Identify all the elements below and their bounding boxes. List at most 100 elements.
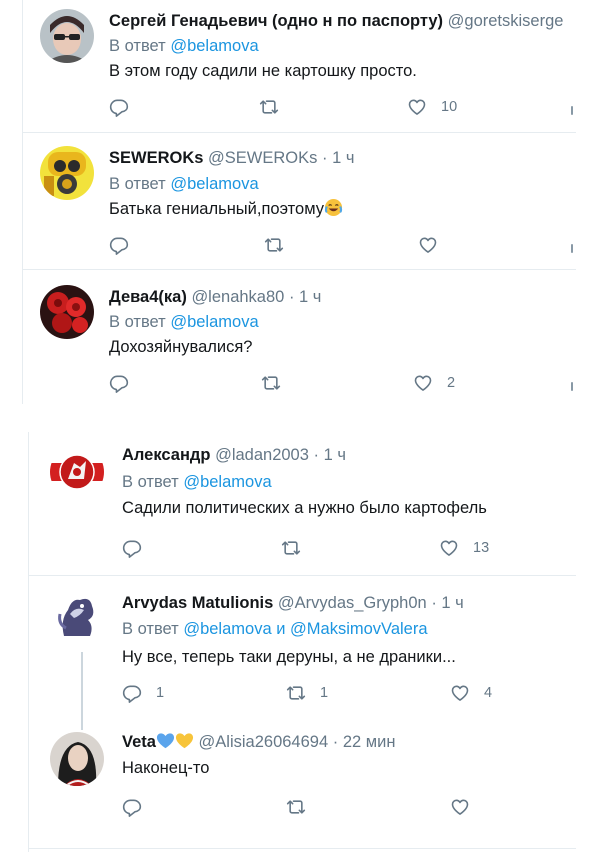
like-button[interactable]: 10 xyxy=(407,96,457,118)
retweet-button[interactable] xyxy=(264,234,284,256)
reply-prefix: В ответ xyxy=(109,175,166,193)
reply-button[interactable] xyxy=(122,796,142,818)
conjunction: и xyxy=(276,620,286,638)
timestamp[interactable]: 1 ч xyxy=(299,288,321,306)
tweet-panel-top: Сергей Генадьевич (одно н по паспорту) @… xyxy=(22,0,576,404)
user-name[interactable]: Александр xyxy=(122,446,210,464)
blue-heart-emoji-icon xyxy=(156,731,175,750)
tweet[interactable]: Veta @Alisia26064694 · 22 мин Наконец-то xyxy=(29,726,576,848)
tweet-actions: 10 xyxy=(109,96,576,118)
mention-link[interactable]: @MaksimovValera xyxy=(290,620,427,638)
retweet-icon xyxy=(264,235,284,255)
reply-icon xyxy=(109,373,129,393)
reply-prefix: В ответ xyxy=(122,620,179,638)
user-handle[interactable]: @Alisia26064694 xyxy=(199,733,329,751)
retweet-button[interactable] xyxy=(259,96,279,118)
retweet-icon xyxy=(261,373,281,393)
like-button[interactable]: 4 xyxy=(450,682,492,704)
mention-link[interactable]: @belamova xyxy=(170,37,258,55)
tweet[interactable]: Дева4(ка) @lenahka80 · 1 ч В ответ @bela… xyxy=(23,270,576,404)
retweet-icon xyxy=(259,97,279,117)
retweet-button[interactable] xyxy=(281,537,301,559)
like-button[interactable]: 13 xyxy=(439,537,489,559)
timestamp[interactable]: 1 ч xyxy=(441,594,463,612)
like-button[interactable] xyxy=(450,796,470,818)
reply-button[interactable] xyxy=(109,234,129,256)
user-handle[interactable]: @goretskiserge xyxy=(448,12,564,30)
avatar[interactable] xyxy=(40,146,94,200)
user-handle[interactable]: @Arvydas_Gryph0n xyxy=(278,594,427,612)
like-icon xyxy=(418,235,438,255)
like-icon xyxy=(450,797,470,817)
avatar[interactable] xyxy=(40,9,94,63)
like-count: 4 xyxy=(484,685,493,701)
mention-link[interactable]: @belamova xyxy=(183,620,271,638)
timestamp[interactable]: 1 ч xyxy=(324,446,346,464)
retweet-button[interactable] xyxy=(286,796,306,818)
reply-button[interactable]: 1 xyxy=(122,682,164,704)
retweet-icon xyxy=(281,538,301,558)
separator-dot: · xyxy=(332,733,339,751)
more-icon[interactable] xyxy=(571,382,573,391)
user-name[interactable]: Arvydas Matulionis xyxy=(122,594,273,612)
tweet[interactable]: Arvydas Matulionis @Arvydas_Gryph0n · 1 … xyxy=(29,576,576,726)
user-name[interactable]: Сергей Генадьевич (одно н по паспорту) xyxy=(109,12,443,30)
like-icon xyxy=(413,373,433,393)
gas-mask-avatar-icon xyxy=(40,146,94,200)
separator-dot: · xyxy=(313,446,320,464)
like-icon xyxy=(407,97,427,117)
user-name[interactable]: Veta xyxy=(122,733,156,751)
reply-context: В ответ @belamova xyxy=(109,311,259,333)
reply-icon xyxy=(122,683,142,703)
retweet-button[interactable] xyxy=(261,372,281,394)
reply-icon xyxy=(109,235,129,255)
avatar[interactable] xyxy=(50,732,104,786)
timestamp[interactable]: 22 мин xyxy=(343,733,396,751)
user-handle[interactable]: @SEWEROKs xyxy=(208,149,317,167)
reply-icon xyxy=(109,97,129,117)
like-button[interactable] xyxy=(418,234,438,256)
mention-link[interactable]: @belamova xyxy=(170,175,258,193)
user-handle[interactable]: @ladan2003 xyxy=(215,446,309,464)
like-count: 13 xyxy=(473,540,490,556)
tweet-actions: 1 1 4 xyxy=(122,682,572,704)
reply-context: В ответ @belamova xyxy=(109,35,259,57)
user-name[interactable]: SEWEROKs xyxy=(109,149,203,167)
timestamp[interactable]: 1 ч xyxy=(332,149,354,167)
like-count: 10 xyxy=(441,99,458,115)
more-icon[interactable] xyxy=(571,106,573,115)
avatar[interactable] xyxy=(50,445,104,499)
avatar[interactable] xyxy=(50,590,104,644)
tweet-text: Ну все, теперь таки деруны, а не драники… xyxy=(122,648,456,666)
separator-dot: · xyxy=(321,149,328,167)
avatar[interactable] xyxy=(40,285,94,339)
tweet-actions: 13 xyxy=(122,537,572,559)
thread-connector-line xyxy=(81,652,83,730)
reply-button[interactable] xyxy=(122,537,142,559)
like-button[interactable]: 2 xyxy=(413,372,455,394)
user-handle[interactable]: @lenahka80 xyxy=(191,288,284,306)
more-icon[interactable] xyxy=(571,244,573,253)
reply-context: В ответ @belamova и @MaksimovValera xyxy=(122,618,428,640)
tweet-text: Батька гениальный,поэтому xyxy=(109,198,343,220)
reply-prefix: В ответ xyxy=(122,473,179,491)
reply-button[interactable] xyxy=(109,96,129,118)
mention-link[interactable]: @belamova xyxy=(170,313,258,331)
like-count: 2 xyxy=(447,375,456,391)
tweet[interactable]: Сергей Генадьевич (одно н по паспорту) @… xyxy=(23,0,576,133)
reply-icon xyxy=(122,797,142,817)
tweet-actions: 2 xyxy=(109,372,576,394)
knight-emblem-avatar-icon xyxy=(50,445,104,499)
user-name[interactable]: Дева4(ка) xyxy=(109,288,187,306)
tweet[interactable]: Александр @ladan2003 · 1 ч В ответ @bela… xyxy=(29,432,576,576)
yellow-heart-emoji-icon xyxy=(175,731,194,750)
reply-button[interactable] xyxy=(109,372,129,394)
mention-link[interactable]: @belamova xyxy=(183,473,271,491)
person-glasses-avatar-icon xyxy=(40,9,94,63)
tweet-text: Садили политических а нужно было картофе… xyxy=(122,499,487,517)
like-icon xyxy=(450,683,470,703)
red-roses-avatar-icon xyxy=(40,285,94,339)
retweet-button[interactable]: 1 xyxy=(286,682,328,704)
tweet[interactable]: SEWEROKs @SEWEROKs · 1 ч В ответ @belamo… xyxy=(23,132,576,270)
tweet-actions xyxy=(109,234,576,256)
